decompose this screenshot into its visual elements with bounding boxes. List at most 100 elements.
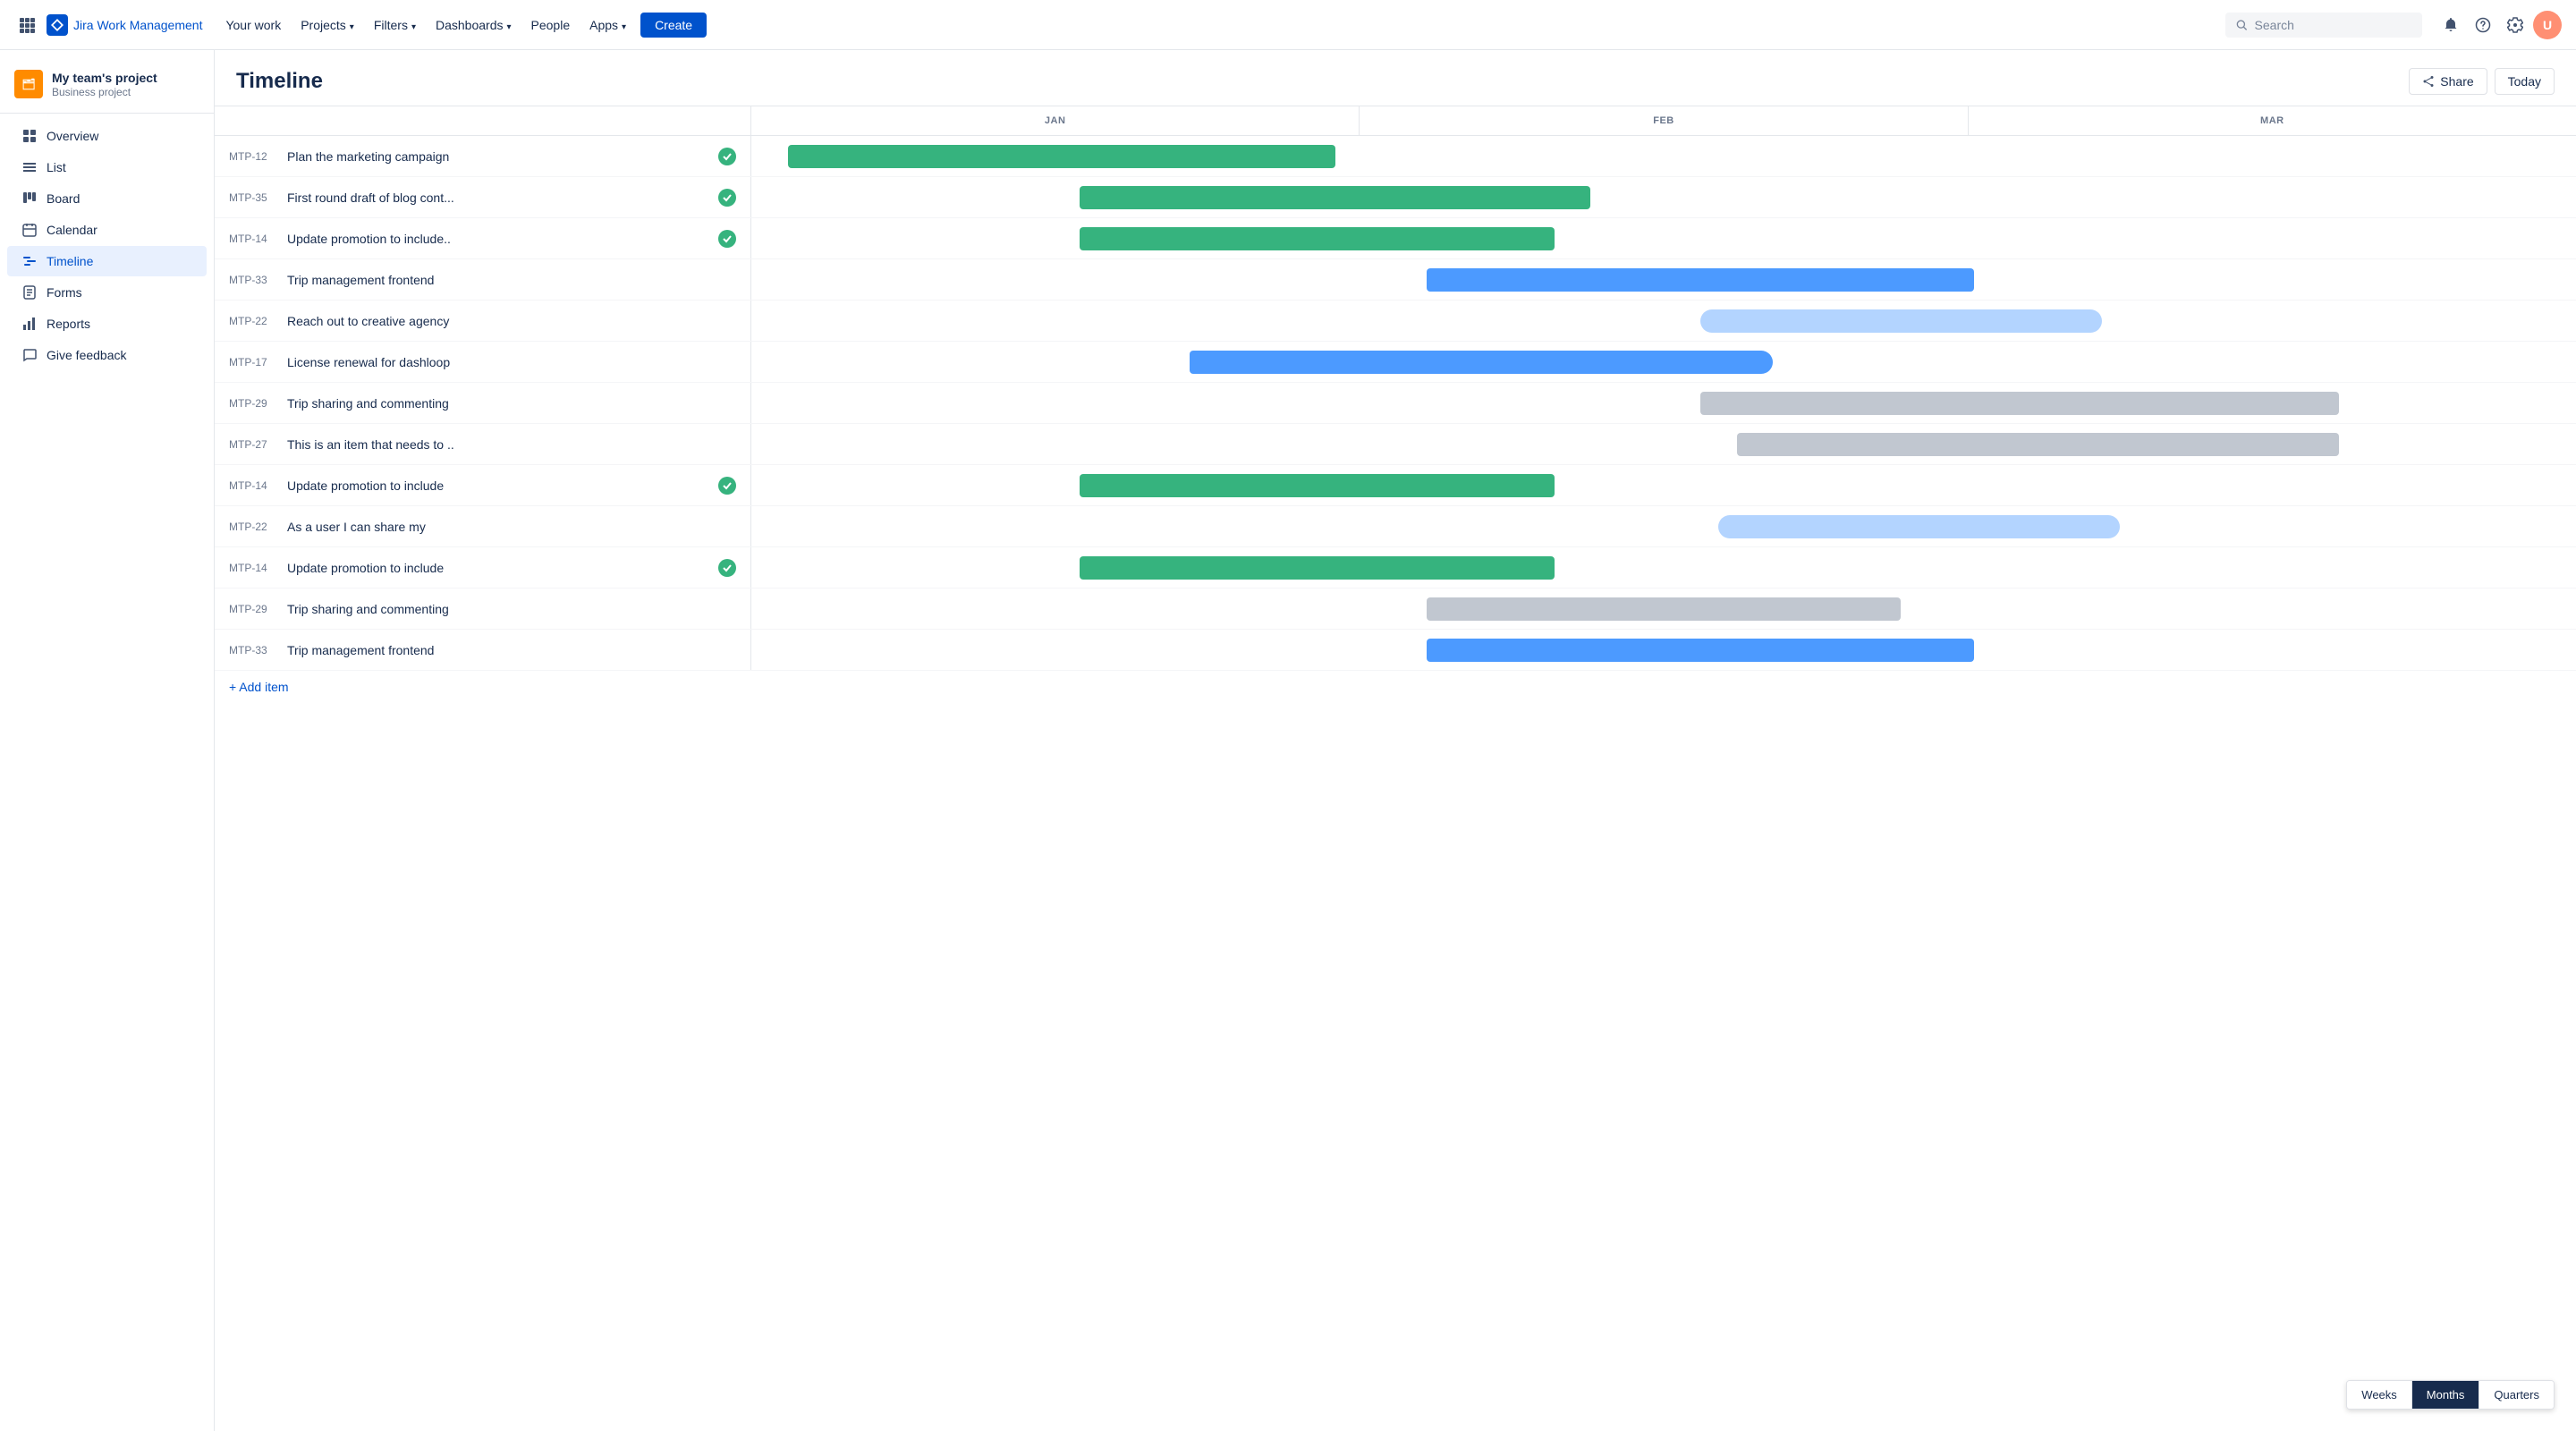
gantt-bar[interactable]: [1080, 556, 1554, 580]
header-actions: Share Today: [2409, 68, 2555, 95]
table-row[interactable]: MTP-22Reach out to creative agency: [215, 301, 2576, 342]
sidebar-item-label: Overview: [47, 129, 98, 143]
gantt-bar[interactable]: [1427, 268, 1974, 292]
month-mar: MAR: [1969, 106, 2576, 135]
nav-your-work[interactable]: Your work: [216, 13, 290, 38]
topnav: Jira Work Management Your work Projects …: [0, 0, 2576, 50]
nav-people[interactable]: People: [522, 13, 580, 38]
calendar-icon: [21, 222, 38, 238]
sidebar-project[interactable]: 🗂 My team's project Business project: [0, 61, 214, 114]
row-id: MTP-14: [229, 479, 278, 492]
search-box[interactable]: [2225, 13, 2422, 38]
month-feb: FEB: [1360, 106, 1968, 135]
sidebar-item-give-feedback[interactable]: Give feedback: [7, 340, 207, 370]
project-icon: 🗂: [14, 70, 43, 98]
gantt-bar[interactable]: [1427, 639, 1974, 662]
sidebar-item-forms[interactable]: Forms: [7, 277, 207, 308]
table-row[interactable]: MTP-12Plan the marketing campaign: [215, 136, 2576, 177]
sidebar-item-label: Timeline: [47, 254, 93, 268]
timeline-grid: JAN FEB MAR MTP-12Plan the marketing cam…: [215, 106, 2576, 703]
nav-filters[interactable]: Filters: [365, 13, 425, 38]
help-icon[interactable]: [2469, 11, 2497, 39]
table-row[interactable]: MTP-35First round draft of blog cont...: [215, 177, 2576, 218]
notifications-icon[interactable]: [2436, 11, 2465, 39]
row-name: Plan the marketing campaign: [287, 149, 709, 164]
sidebar-item-calendar[interactable]: Calendar: [7, 215, 207, 245]
gantt-bar[interactable]: [1080, 186, 1590, 209]
nav-apps[interactable]: Apps: [580, 13, 635, 38]
row-id: MTP-22: [229, 315, 278, 327]
table-row[interactable]: MTP-33Trip management frontend: [215, 630, 2576, 671]
table-row[interactable]: MTP-17License renewal for dashloop: [215, 342, 2576, 383]
gantt-bar[interactable]: [1080, 227, 1554, 250]
gantt-bar[interactable]: [1427, 597, 1901, 621]
row-id: MTP-22: [229, 521, 278, 533]
feedback-icon: [21, 347, 38, 363]
table-row[interactable]: MTP-27 This is an item that needs to ..: [215, 424, 2576, 465]
quarters-button[interactable]: Quarters: [2479, 1381, 2554, 1409]
month-jan: JAN: [751, 106, 1360, 135]
row-id: MTP-27: [229, 438, 278, 451]
sidebar-item-label: Forms: [47, 285, 82, 300]
timeline-label-header: [215, 106, 751, 135]
top-navigation: Your work Projects Filters Dashboards Pe…: [216, 13, 2218, 38]
view-switcher: Weeks Months Quarters: [2346, 1380, 2555, 1410]
gantt-bar[interactable]: [788, 145, 1335, 168]
settings-icon[interactable]: [2501, 11, 2529, 39]
gantt-bar[interactable]: [1190, 351, 1774, 374]
row-id: MTP-35: [229, 191, 278, 204]
app-layout: 🗂 My team's project Business project Ove…: [0, 50, 2576, 1431]
grid-icon[interactable]: [14, 13, 39, 38]
timeline-rows: MTP-12Plan the marketing campaignMTP-35F…: [215, 136, 2576, 671]
weeks-button[interactable]: Weeks: [2347, 1381, 2412, 1409]
forms-icon: [21, 284, 38, 301]
row-name: This is an item that needs to ..: [287, 437, 736, 452]
nav-dashboards[interactable]: Dashboards: [427, 13, 521, 38]
row-name: Update promotion to include..: [287, 232, 709, 246]
table-row[interactable]: MTP-14 Update promotion to include..: [215, 218, 2576, 259]
share-button[interactable]: Share: [2409, 68, 2487, 95]
overview-icon: [21, 128, 38, 144]
table-row[interactable]: MTP-22As a user I can share my: [215, 506, 2576, 547]
create-button[interactable]: Create: [640, 13, 707, 38]
check-icon: [718, 559, 736, 577]
table-row[interactable]: MTP-14Update promotion to include: [215, 465, 2576, 506]
gantt-bar[interactable]: [1718, 515, 2120, 538]
row-id: MTP-14: [229, 562, 278, 574]
row-id: MTP-29: [229, 603, 278, 615]
sidebar-item-reports[interactable]: Reports: [7, 309, 207, 339]
check-icon: [718, 148, 736, 165]
table-row[interactable]: MTP-33Trip management frontend: [215, 259, 2576, 301]
row-id: MTP-14: [229, 233, 278, 245]
row-id: MTP-17: [229, 356, 278, 368]
sidebar-item-label: Reports: [47, 317, 90, 331]
search-input[interactable]: [2255, 18, 2411, 32]
months-button[interactable]: Months: [2412, 1381, 2480, 1409]
today-button[interactable]: Today: [2495, 68, 2555, 95]
table-row[interactable]: MTP-29Trip sharing and commenting: [215, 383, 2576, 424]
project-name: My team's project: [52, 70, 157, 86]
logo[interactable]: Jira Work Management: [47, 14, 202, 36]
table-row[interactable]: MTP-29Trip sharing and commenting: [215, 588, 2576, 630]
gantt-bar[interactable]: [1737, 433, 2339, 456]
row-id: MTP-29: [229, 397, 278, 410]
sidebar-item-list[interactable]: List: [7, 152, 207, 182]
dashboards-chevron: [506, 18, 511, 32]
nav-projects[interactable]: Projects: [292, 13, 363, 38]
main-content: Timeline Share Today JAN FEB MAR: [215, 50, 2576, 1431]
sidebar-item-overview[interactable]: Overview: [7, 121, 207, 151]
check-icon: [718, 230, 736, 248]
gantt-bar[interactable]: [1700, 392, 2339, 415]
sidebar-item-label: Give feedback: [47, 348, 127, 362]
add-item-row[interactable]: + Add item: [215, 671, 2576, 703]
sidebar-item-label: Board: [47, 191, 80, 206]
sidebar-item-timeline[interactable]: Timeline: [7, 246, 207, 276]
reports-icon: [21, 316, 38, 332]
gantt-bar[interactable]: [1080, 474, 1554, 497]
row-name: Update promotion to include: [287, 561, 709, 575]
sidebar-item-board[interactable]: Board: [7, 183, 207, 214]
sidebar-item-label: List: [47, 160, 66, 174]
user-avatar[interactable]: U: [2533, 11, 2562, 39]
table-row[interactable]: MTP-14 Update promotion to include: [215, 547, 2576, 588]
gantt-bar[interactable]: [1700, 309, 2102, 333]
